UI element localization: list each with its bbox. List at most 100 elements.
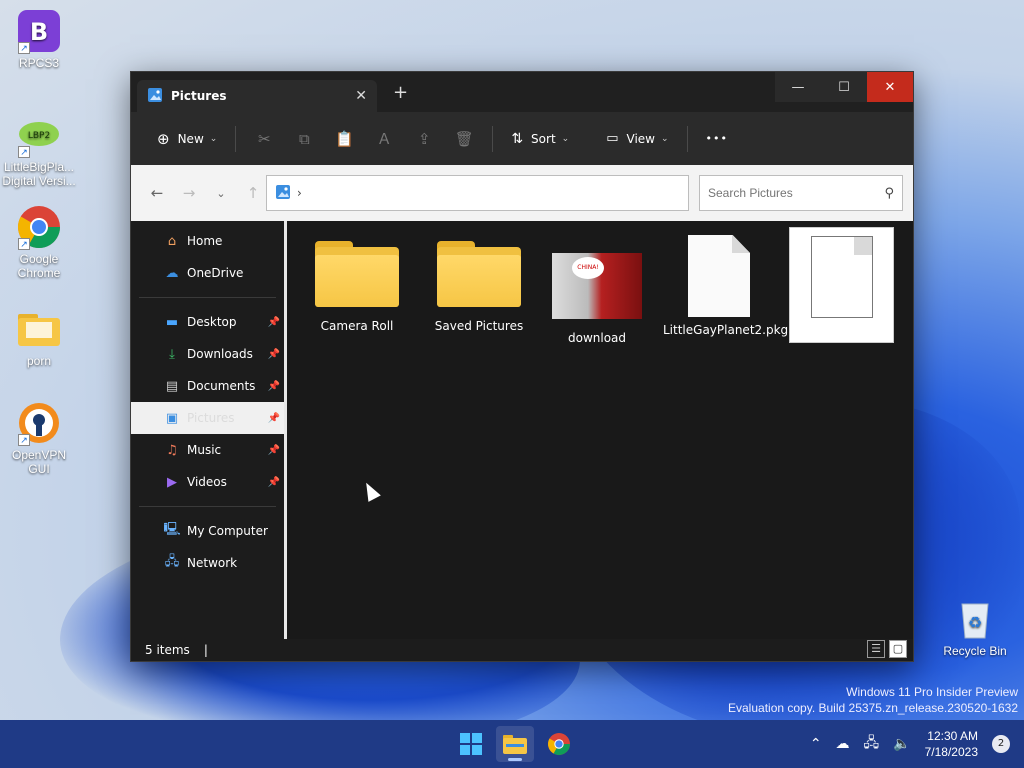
clock-date: 7/18/2023	[924, 745, 978, 759]
tab-pictures[interactable]: Pictures ✕	[137, 80, 377, 112]
minimize-button[interactable]: —	[775, 72, 821, 102]
video-icon: ▶	[167, 474, 177, 490]
file-item-selected[interactable]	[789, 227, 894, 343]
sidebar-item-label: Pictures	[187, 411, 235, 425]
cloud-offline-icon[interactable]: ☁	[836, 736, 850, 752]
view-button[interactable]: ▭ View ⌄	[598, 125, 676, 152]
copy-icon[interactable]: ⧉	[286, 125, 322, 153]
sidebar-item-label: Music	[187, 443, 222, 457]
computer-icon: 🖳	[163, 522, 181, 537]
status-bar: 5 items | ☰ ▢	[131, 639, 913, 661]
divider	[235, 125, 237, 152]
new-button[interactable]: ⊕ New ⌄	[149, 124, 225, 154]
clock[interactable]: 12:30 AM 7/18/2023	[925, 728, 978, 760]
file-item-camera-roll[interactable]: Camera Roll	[301, 241, 413, 334]
desktop-icon-rpcs3[interactable]: B ↗ RPCS3	[0, 8, 78, 70]
pin-icon[interactable]: 📌	[268, 381, 280, 392]
sidebar-item-network[interactable]: 🖧 Network	[131, 547, 284, 579]
notification-badge[interactable]: 2	[992, 735, 1010, 753]
new-tab-button[interactable]: +	[393, 82, 408, 103]
clock-time: 12:30 AM	[927, 729, 978, 743]
breadcrumb-separator[interactable]: ›	[297, 186, 302, 200]
desktop-icon-label: RPCS3	[18, 56, 59, 70]
recent-locations-chevron-icon[interactable]: ⌄	[205, 187, 237, 200]
file-list-area[interactable]: Camera Roll Saved Pictures CHINA! downlo…	[287, 221, 913, 640]
pictures-icon	[275, 184, 291, 203]
window-controls: — ☐ ✕	[775, 72, 913, 102]
desktop-icon-porn-folder[interactable]: porn	[0, 306, 78, 368]
svg-text:B: B	[30, 18, 48, 46]
command-bar: ⊕ New ⌄ ✂ ⧉ 📋 Ａ ⇪ 🗑 ⇅ Sort ⌄ ▭ View ⌄ ••…	[131, 112, 913, 165]
sidebar-item-label: Desktop	[187, 315, 237, 329]
file-item-saved-pictures[interactable]: Saved Pictures	[423, 241, 535, 334]
up-arrow-icon[interactable]: ↑	[237, 184, 269, 202]
openvpn-icon: ↗	[16, 400, 62, 446]
tab-title: Pictures	[171, 89, 227, 103]
file-item-download[interactable]: CHINA! download	[541, 253, 653, 346]
image-thumbnail: CHINA!	[552, 253, 642, 319]
sidebar-item-label: My Computer	[187, 524, 268, 538]
pin-icon[interactable]: 📌	[268, 317, 280, 328]
file-item-littlegayplanet2-pkg[interactable]: LittleGayPlanet2.pkg	[663, 235, 788, 338]
forward-arrow-icon[interactable]: →	[173, 184, 205, 202]
pin-icon[interactable]: 📌	[268, 445, 280, 456]
sidebar-item-onedrive[interactable]: ☁ OneDrive	[131, 257, 284, 289]
maximize-button[interactable]: ☐	[821, 72, 867, 102]
close-window-button[interactable]: ✕	[867, 72, 913, 102]
desktop-icon-recycle-bin[interactable]: ♻ Recycle Bin	[936, 596, 1014, 658]
sort-button[interactable]: ⇅ Sort ⌄	[503, 125, 577, 153]
view-label: View	[626, 131, 655, 146]
sidebar-item-music[interactable]: ♫ Music 📌	[131, 434, 284, 466]
pin-icon[interactable]: 📌	[268, 349, 280, 360]
taskbar: ⌃ ☁ 🖧 🔈 12:30 AM 7/18/2023 2	[0, 720, 1024, 768]
volume-icon[interactable]: 🔈	[893, 736, 910, 752]
file-explorer-taskbar-button[interactable]	[496, 726, 534, 762]
cut-icon[interactable]: ✂	[246, 125, 282, 153]
address-input[interactable]: ›	[266, 175, 689, 211]
chevron-down-icon: ⌄	[561, 133, 570, 144]
title-bar[interactable]: Pictures ✕ + — ☐ ✕	[131, 72, 913, 112]
tiles-view-icon[interactable]: ▢	[889, 640, 907, 658]
start-button[interactable]	[452, 726, 490, 762]
generic-file-icon	[810, 236, 873, 318]
pictures-icon: ▣	[165, 410, 179, 426]
chevron-up-icon[interactable]: ⌃	[810, 736, 822, 752]
desktop-icon-label: LittleBigPla... Digital Versi...	[2, 160, 76, 188]
navigation-pane[interactable]: ⌂ Home ☁ OneDrive ▬ Desktop 📌 ⤓ Download…	[131, 221, 287, 640]
cloud-icon: ☁	[165, 265, 179, 281]
close-tab-icon[interactable]: ✕	[355, 88, 367, 104]
search-icon[interactable]: ⚲	[884, 186, 894, 201]
chrome-icon: ↗	[16, 204, 62, 250]
details-view-icon[interactable]: ☰	[867, 640, 885, 658]
desktop-icon-openvpn[interactable]: ↗ OpenVPN GUI	[0, 400, 78, 476]
sidebar-item-documents[interactable]: ▤ Documents 📌	[131, 370, 284, 402]
search-input[interactable]	[708, 186, 885, 200]
search-box[interactable]: ⚲	[699, 175, 903, 211]
pictures-icon	[147, 87, 163, 106]
sidebar-item-pictures[interactable]: ▣ Pictures 📌	[131, 402, 284, 434]
svg-text:♻: ♻	[968, 613, 982, 632]
recycle-bin-icon: ♻	[952, 596, 998, 642]
windows-logo-icon	[460, 733, 482, 755]
sidebar-item-videos[interactable]: ▶ Videos 📌	[131, 466, 284, 498]
sidebar-item-downloads[interactable]: ⤓ Downloads 📌	[131, 338, 284, 370]
network-icon: 🖧	[164, 554, 180, 569]
sidebar-item-my-computer[interactable]: 🖳 My Computer	[131, 515, 284, 547]
back-arrow-icon[interactable]: ←	[141, 184, 173, 202]
desktop-icon-chrome[interactable]: ↗ Google Chrome	[0, 204, 78, 280]
desktop-icon-littlebigplanet[interactable]: LBP2 ↗ LittleBigPla... Digital Versi...	[0, 112, 78, 188]
pin-icon[interactable]: 📌	[268, 413, 280, 424]
pin-icon[interactable]: 📌	[268, 477, 280, 488]
chrome-taskbar-button[interactable]	[540, 726, 578, 762]
explorer-body: ⌂ Home ☁ OneDrive ▬ Desktop 📌 ⤓ Download…	[131, 221, 913, 640]
delete-icon[interactable]: 🗑	[446, 125, 482, 153]
watermark-line: Evaluation copy. Build 25375.zn_release.…	[728, 701, 1018, 715]
network-icon[interactable]: 🖧	[864, 732, 880, 756]
paste-icon[interactable]: 📋	[326, 125, 362, 153]
rename-icon[interactable]: Ａ	[366, 125, 402, 153]
svg-text:LBP2: LBP2	[28, 131, 50, 141]
sidebar-item-home[interactable]: ⌂ Home	[131, 225, 284, 257]
sidebar-item-desktop[interactable]: ▬ Desktop 📌	[131, 306, 284, 338]
share-icon[interactable]: ⇪	[406, 125, 442, 153]
more-options-button[interactable]: •••	[698, 126, 736, 151]
